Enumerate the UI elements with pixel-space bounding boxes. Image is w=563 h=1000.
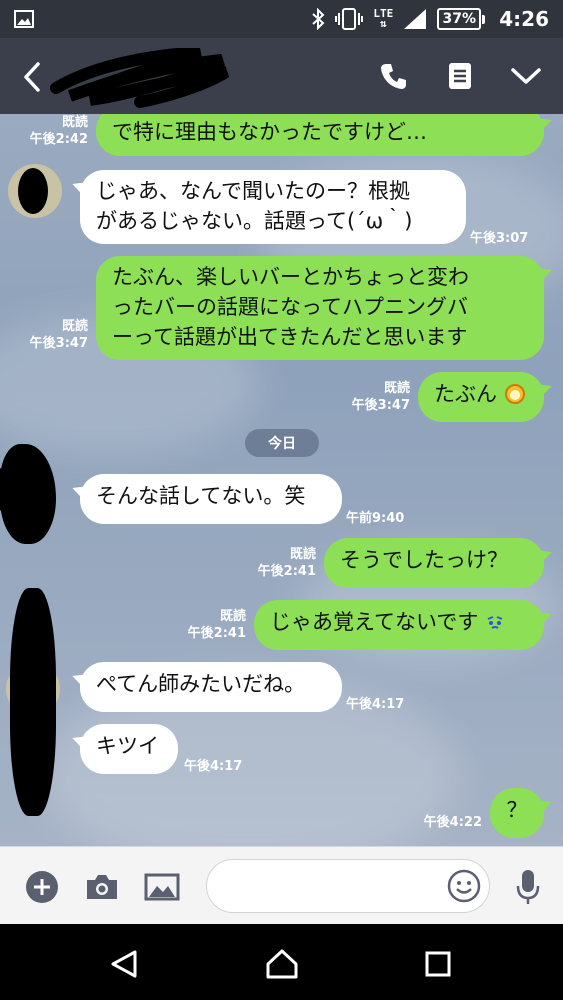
message-meta: 午後3:07 [470,230,528,247]
message-time: 午前9:40 [346,511,405,526]
message-text: そんな話してない。笑 [96,484,306,508]
nav-home-icon[interactable] [262,944,302,984]
chat-header [0,38,563,114]
message-text-line: ーって話題が出てきたんだと思います [112,325,468,349]
nav-back-icon[interactable] [104,944,144,984]
nav-recents-icon[interactable] [418,944,458,984]
emoji-sticker-icon [504,384,525,404]
message-input-bar [0,846,563,924]
message-time: 午後2:41 [187,626,246,641]
vibrate-icon [335,8,364,30]
message-bubble-received[interactable]: じゃあ、なんで聞いたのー？根拠 があるじゃない。話題って(´ω｀) [80,170,466,244]
message-meta: 午後4:22 [414,814,482,831]
battery-icon: 37% [437,8,486,30]
message-time: 午後3:47 [29,336,88,351]
message-time: 午後3:47 [351,398,410,413]
message-bubble-sent[interactable]: たぶん、楽しいバーとかちょっと変わ ったバーの話題になってハプニングバ ーって話… [96,256,544,360]
read-receipt: 既読 [289,547,316,562]
message-meta: 午前9:40 [346,510,404,527]
read-receipt: 既読 [383,381,410,396]
message-text-line: じゃあ、なんで聞いたのー？根拠 [96,179,410,203]
back-icon[interactable] [18,60,46,94]
message-text-line: ったバーの話題になってハプニングバ [112,295,468,319]
message-bubble-sent[interactable]: ？ [490,788,544,838]
message-bubble-received[interactable]: そんな話してない。笑 [80,474,342,524]
message-text: ？ [506,798,528,822]
status-indicators: LTE ⇅ 37% 4:26 [311,0,549,38]
redaction-scribble [50,48,230,108]
contact-name-redacted[interactable] [50,48,230,108]
message-text: じゃあ覚えてないです [270,610,479,634]
message-time: 午後4:17 [346,697,405,712]
read-receipt: 既読 [61,319,88,334]
bluetooth-icon [312,8,325,30]
day-separator: 今日 [245,429,319,457]
message-text-line: があるじゃない。話題って(´ω｀) [96,209,413,233]
message-time: 午後4:17 [184,759,243,774]
message-bubble-sent[interactable]: じゃあ覚えてないです [254,600,544,650]
chat-area[interactable]: 既読 午後2:42 で特に理由もなかったですけど… じゃあ、なんで聞いたのー？根… [0,114,563,846]
message-meta: 午後4:17 [184,758,242,775]
system-nav-bar [0,924,563,1000]
note-icon[interactable] [442,58,478,94]
read-receipt: 既読 [219,609,246,624]
message-meta: 午後4:17 [346,696,404,713]
microphone-icon[interactable] [508,867,548,907]
message-bubble-received[interactable]: キツイ [80,724,178,774]
network-type: LTE ⇅ [373,7,394,30]
message-bubble-received[interactable]: ぺてん師みたいだね。 [80,662,342,712]
message-bubble-sent[interactable]: で特に理由もなかったですけど… [96,114,544,156]
message-text-line: たぶん、楽しいバーとかちょっと変わ [112,265,469,289]
signal-icon [404,9,427,29]
redaction-mark [10,588,56,816]
message-meta: 既読 午後2:41 [178,608,246,642]
message-meta: 既読 午後3:47 [340,380,410,414]
message-text: そうでしたっけ？ [340,548,508,572]
read-receipt: 既読 [61,115,88,130]
message-time: 午後3:07 [470,231,529,246]
chevron-down-icon[interactable] [508,58,544,94]
camera-icon[interactable] [82,867,122,907]
message-text: ぺてん師みたいだね。 [96,672,306,696]
message-meta: 既読 午後3:47 [20,318,88,352]
message-text: たぶん [434,382,497,406]
clock: 4:26 [499,7,549,31]
status-bar: LTE ⇅ 37% 4:26 [0,0,563,38]
emoji-sticker-icon [487,616,503,629]
redaction-mark [18,168,48,214]
message-meta: 既読 午後2:41 [250,546,316,580]
message-meta: 既読 午後2:42 [20,114,88,148]
phone-icon[interactable] [376,58,412,94]
image-icon[interactable] [142,867,182,907]
message-bubble-sent[interactable]: たぶん [418,372,544,422]
battery-level: 37% [437,8,482,30]
plus-icon[interactable] [22,867,62,907]
message-time: 午後2:41 [257,564,316,579]
message-bubble-sent[interactable]: そうでしたっけ？ [324,538,544,588]
message-time: 午後4:22 [423,815,482,830]
gallery-icon [14,10,34,28]
emoji-icon[interactable] [446,868,482,904]
message-text: で特に理由もなかったですけど… [112,120,427,144]
message-time: 午後2:42 [29,132,88,147]
message-text: キツイ [96,734,159,758]
